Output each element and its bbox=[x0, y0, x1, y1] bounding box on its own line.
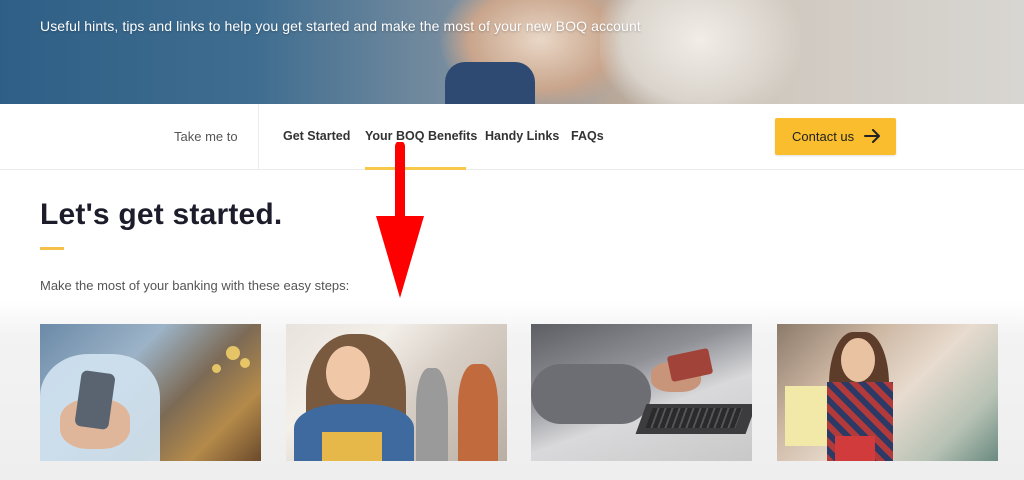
hero-photo-person bbox=[600, 0, 800, 104]
nav-take-me-to-label: Take me to bbox=[174, 129, 238, 144]
card-image-shopping[interactable] bbox=[777, 324, 998, 461]
photo-background-person bbox=[458, 364, 498, 461]
nav-link-your-boq-benefits[interactable]: Your BOQ Benefits bbox=[365, 129, 477, 143]
bokeh-light bbox=[226, 346, 240, 360]
card-image-online-payment[interactable] bbox=[531, 324, 752, 461]
nav-link-handy-links[interactable]: Handy Links bbox=[485, 129, 559, 143]
page-subtitle: Make the most of your banking with these… bbox=[40, 278, 350, 293]
arrow-right-icon bbox=[864, 129, 880, 143]
red-annotation-arrow bbox=[376, 142, 424, 298]
photo-keyboard bbox=[645, 408, 743, 428]
photo-background-person bbox=[416, 368, 448, 461]
photo-face bbox=[841, 338, 875, 382]
photo-arm bbox=[531, 364, 651, 424]
contact-us-button[interactable]: Contact us bbox=[775, 118, 896, 155]
nav-link-get-started[interactable]: Get Started bbox=[283, 129, 350, 143]
bokeh-light bbox=[212, 364, 221, 373]
page-nav-bar: Take me to Get Started Your BOQ Benefits… bbox=[0, 104, 1024, 170]
photo-shopping-bag bbox=[835, 436, 875, 461]
page-title: Let's get started. bbox=[40, 198, 283, 231]
hero-tagline: Useful hints, tips and links to help you… bbox=[40, 18, 641, 34]
hero-banner: Useful hints, tips and links to help you… bbox=[0, 0, 1024, 104]
bokeh-light bbox=[240, 358, 250, 368]
nav-divider bbox=[258, 104, 259, 170]
photo-folder bbox=[322, 432, 382, 461]
card-image-student[interactable] bbox=[286, 324, 507, 461]
title-accent-bar bbox=[40, 247, 64, 250]
nav-link-faqs[interactable]: FAQs bbox=[571, 129, 604, 143]
contact-us-label: Contact us bbox=[792, 129, 855, 144]
hero-photo-detail bbox=[445, 62, 535, 104]
photo-credit-card bbox=[666, 347, 714, 383]
card-image-smartphone[interactable] bbox=[40, 324, 261, 461]
photo-face bbox=[326, 346, 370, 400]
